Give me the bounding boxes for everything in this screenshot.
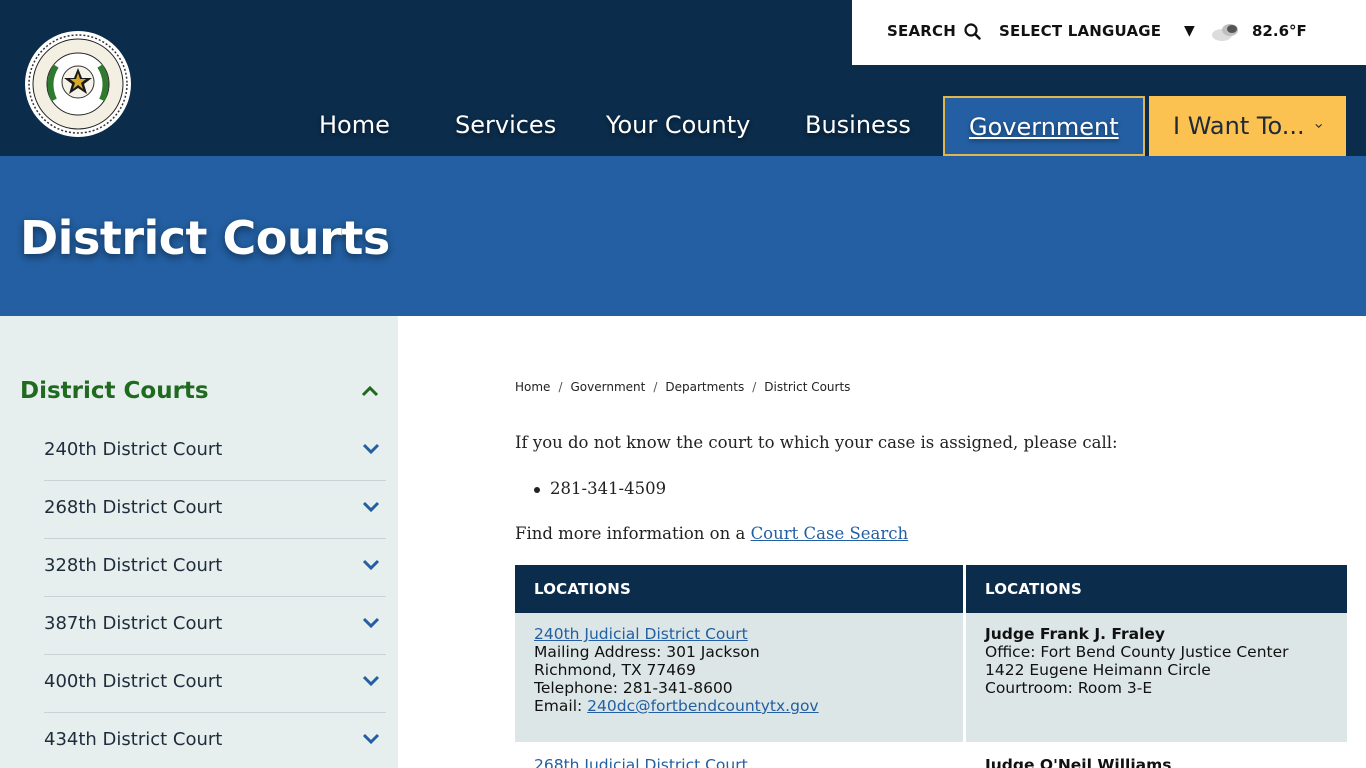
chevron-down-icon[interactable] [362,443,380,455]
i-want-to-label: I Want To... [1173,112,1305,140]
more-info-text: Find more information on a Court Case Se… [515,524,908,543]
court-case-search-link[interactable]: Court Case Search [751,524,909,543]
nav-your-county[interactable]: Your County [606,96,750,156]
table-header-locations: LOCATIONS [515,565,963,613]
courtroom: Courtroom: Room 3-E [985,679,1153,697]
table-cell-court-info-2: 268th Judicial District Court [515,744,963,768]
city-state-zip: Richmond, TX 77469 [534,661,696,679]
main-content: Home / Government / Departments / Distri… [515,316,1347,768]
sidebar-item-328th[interactable]: 328th District Court [44,539,386,597]
sidebar-item-label: 268th District Court [44,497,223,518]
sidebar-item-label: 400th District Court [44,671,223,692]
breadcrumb-separator: / [653,380,658,394]
chevron-down-icon[interactable] [362,675,380,687]
site-header: SEARCH SELECT LANGUAGE ▼ 82.6°F Home Ser… [0,0,1366,156]
utility-bar: SEARCH SELECT LANGUAGE ▼ 82.6°F [852,0,1366,65]
office-address: 1422 Eugene Heimann Circle [985,661,1211,679]
sidebar: District Courts 240th District Court 268… [0,316,398,768]
phone-number: 281-341-4509 [550,479,667,498]
page-title: District Courts [20,211,390,265]
office-location: Office: Fort Bend County Justice Center [985,643,1289,661]
telephone: Telephone: 281-341-8600 [534,679,733,697]
judge-name-2: Judge O'Neil Williams [985,756,1172,768]
chevron-down-icon[interactable] [362,733,380,745]
chevron-down-icon [1315,123,1322,128]
nav-home[interactable]: Home [319,96,390,156]
sidebar-item-387th[interactable]: 387th District Court [44,597,386,655]
nav-government[interactable]: Government [943,96,1145,156]
table-header-locations-2: LOCATIONS [966,565,1347,613]
breadcrumb-departments[interactable]: Departments [665,380,744,394]
bullet-icon [534,487,540,493]
sidebar-item-434th[interactable]: 434th District Court [44,713,386,768]
sidebar-item-268th[interactable]: 268th District Court [44,481,386,539]
breadcrumb-government[interactable]: Government [570,380,645,394]
main-nav: Home Services Your County Business Gover… [0,96,1366,156]
sidebar-item-240th[interactable]: 240th District Court [44,423,386,481]
sidebar-item-400th[interactable]: 400th District Court [44,655,386,713]
sidebar-item-label: 328th District Court [44,555,223,576]
temperature: 82.6°F [1252,22,1307,40]
judge-name: Judge Frank J. Fraley [985,625,1166,643]
nav-services[interactable]: Services [455,96,556,156]
breadcrumb-separator: / [752,380,757,394]
court-268th-link[interactable]: 268th Judicial District Court [534,756,944,768]
sidebar-item-label: 240th District Court [44,439,223,460]
sidebar-title[interactable]: District Courts [20,378,209,404]
page-banner: District Courts [0,156,1366,316]
table-cell-court-info: 240th Judicial District Court Mailing Ad… [515,613,963,742]
search-icon [964,22,981,40]
mailing-address: Mailing Address: 301 Jackson [534,643,760,661]
table-cell-judge-info: Judge Frank J. Fraley Office: Fort Bend … [966,613,1347,742]
court-240th-link[interactable]: 240th Judicial District Court [534,625,944,643]
email-line: Email: 240dc@fortbendcountytx.gov [534,697,944,715]
chevron-down-icon[interactable] [362,559,380,571]
select-language-dropdown[interactable]: SELECT LANGUAGE [999,22,1161,40]
nav-business[interactable]: Business [805,96,911,156]
select-language-label: SELECT LANGUAGE [999,22,1162,40]
chevron-down-icon[interactable] [362,617,380,629]
table-cell-judge-info-2: Judge O'Neil Williams [966,744,1347,768]
chevron-down-icon[interactable] [362,501,380,513]
sidebar-item-label: 434th District Court [44,729,223,750]
email-link[interactable]: 240dc@fortbendcountytx.gov [587,697,818,715]
breadcrumb-separator: / [558,380,563,394]
search-label: SEARCH [887,22,956,40]
search-button[interactable]: SEARCH [887,22,981,40]
caret-down-icon[interactable]: ▼ [1184,23,1195,39]
cloud-icon [1212,24,1238,41]
breadcrumb-home[interactable]: Home [515,380,550,394]
breadcrumb-current: District Courts [764,380,851,394]
email-prefix: Email: [534,697,588,715]
intro-text: If you do not know the court to which yo… [515,433,1118,452]
i-want-to-menu[interactable]: I Want To... [1149,96,1346,156]
weather-widget: 82.6°F [1210,20,1307,42]
breadcrumb: Home / Government / Departments / Distri… [515,380,850,394]
chevron-up-icon[interactable] [360,384,380,398]
more-info-prefix: Find more information on a [515,524,751,543]
sidebar-item-label: 387th District Court [44,613,223,634]
